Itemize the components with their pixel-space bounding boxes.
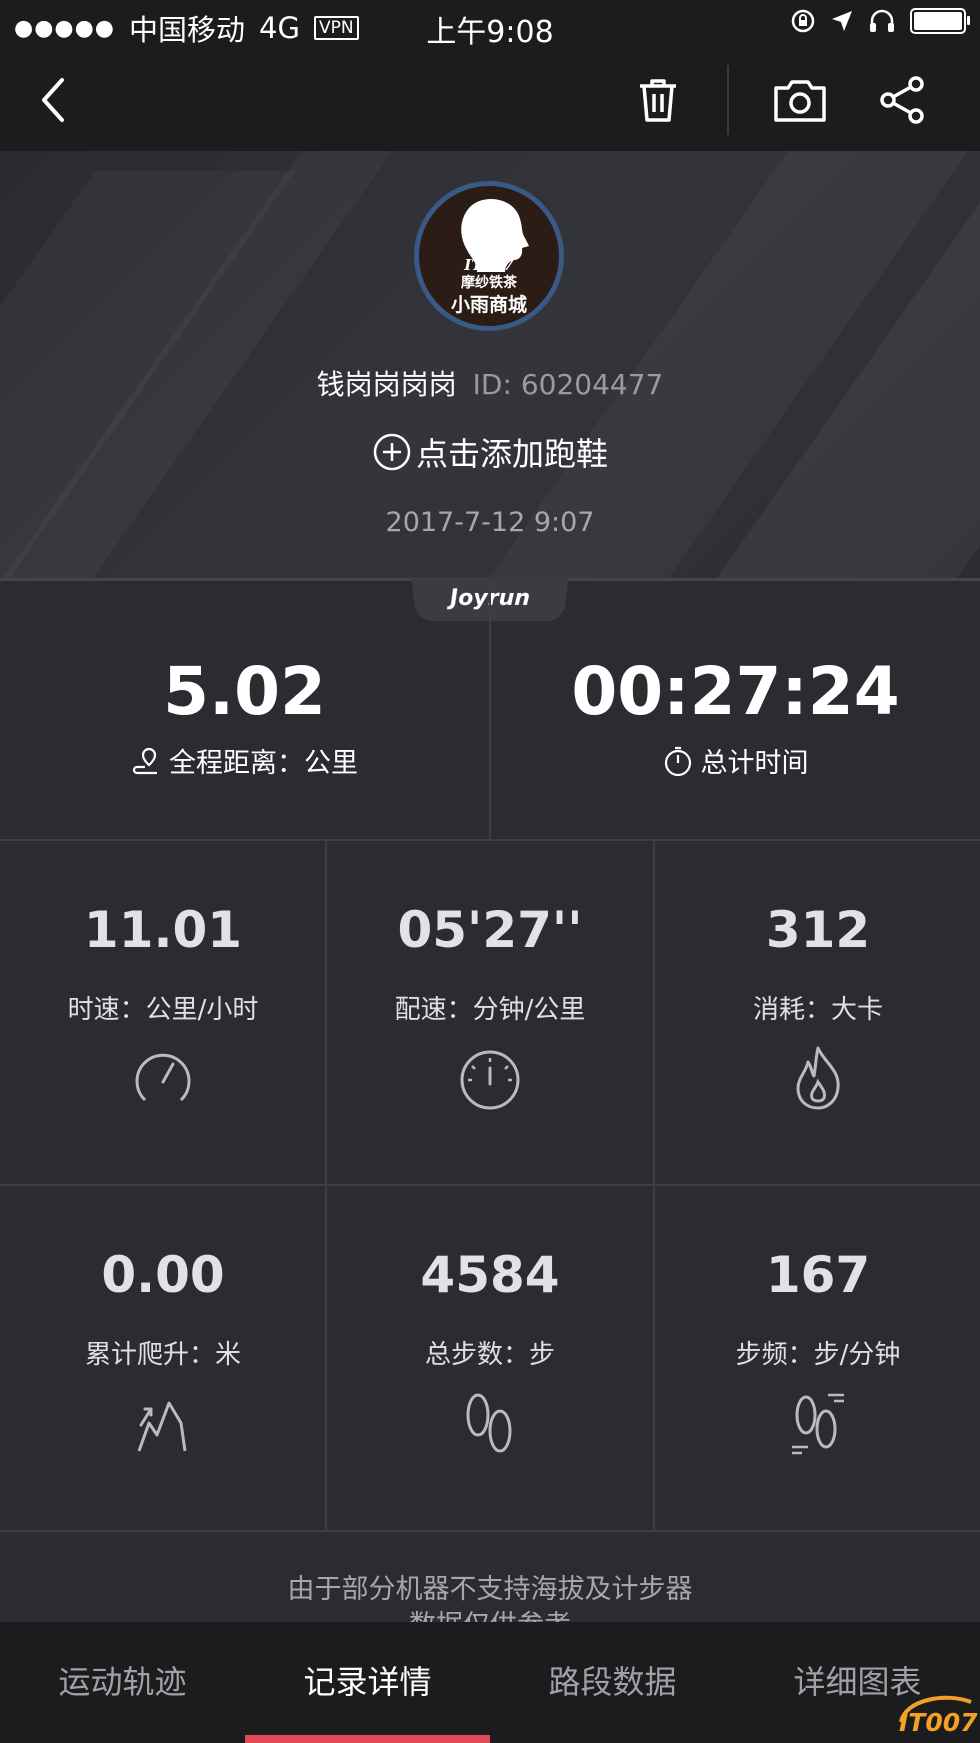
stat-cadence: 167 步频：步/分钟: [655, 1186, 980, 1531]
time-summary: 00:27:24 总计时间: [491, 585, 980, 839]
stat-value: 167: [765, 1246, 871, 1304]
stat-steps: 4584 总步数：步: [327, 1186, 653, 1531]
stat-elevation: 0.00 累计爬升：米: [0, 1186, 326, 1531]
add-shoe-button[interactable]: 点击添加跑鞋: [0, 429, 980, 475]
camera-button[interactable]: [772, 72, 828, 128]
status-bar: ●●●●● 中国移动 4G VPN 上午9:08: [0, 0, 980, 50]
stat-label: 时速：公里/小时: [67, 995, 259, 1025]
stat-value: 11.01: [83, 901, 243, 959]
battery-icon: [910, 8, 970, 34]
distance-label: 全程距离：公里: [169, 748, 358, 779]
stat-speed: 11.01 时速：公里/小时: [0, 841, 326, 1186]
data-disclaimer: 由于部分机器不支持海拔及计步器数据仅供参考: [287, 1574, 693, 1622]
record-date: 2017-7-12 9:07: [385, 507, 595, 538]
plus-circle-icon: [373, 433, 411, 471]
rotation-lock-icon: [791, 9, 815, 33]
stat-value: 0.00: [101, 1246, 225, 1304]
climb-icon: [137, 1401, 187, 1452]
username: 钱岗岗岗岗: [316, 368, 457, 401]
camera-icon: [774, 80, 826, 122]
distance-summary: 5.02 全程距离：公里: [0, 585, 489, 839]
headphones-icon: [870, 9, 894, 32]
stat-value: 05'27'': [397, 901, 583, 959]
stopwatch-icon: [664, 746, 691, 776]
stat-label: 总步数：步: [424, 1340, 555, 1370]
tab-record-details[interactable]: 记录详情: [245, 1622, 490, 1743]
stat-label: 累计爬升：米: [84, 1340, 241, 1370]
add-shoe-label: 点击添加跑鞋: [415, 435, 608, 473]
footprints-icon: [466, 1393, 512, 1453]
stat-label: 消耗：大卡: [752, 995, 883, 1025]
stat-pace: 05'27'' 配速：分钟/公里: [327, 841, 653, 1186]
delete-button[interactable]: [630, 72, 686, 128]
speedometer-icon: [135, 1053, 191, 1102]
back-button[interactable]: [26, 72, 82, 128]
share-button[interactable]: [876, 72, 932, 128]
time-value: 00:27:24: [571, 653, 900, 730]
pace-gauge-icon: [460, 1050, 520, 1110]
chevron-left-icon: [42, 78, 64, 122]
time-label: 总计时间: [700, 748, 809, 779]
avatar[interactable]: IT007 摩纱铁茶 小雨商城: [414, 181, 564, 331]
stat-value: 4584: [420, 1246, 560, 1304]
nav-bar: [0, 50, 980, 151]
watermark-logo: IT007: [895, 1692, 978, 1738]
share-icon: [880, 76, 924, 124]
user-info: 钱岗岗岗岗 ID: 60204477: [0, 363, 980, 403]
tab-split-data[interactable]: 路段数据: [490, 1622, 735, 1743]
stat-label: 步频：步/分钟: [735, 1340, 901, 1370]
flame-icon: [796, 1046, 840, 1110]
distance-value: 5.02: [163, 653, 326, 730]
cadence-icon: [792, 1393, 844, 1455]
profile-header: IT007 摩纱铁茶 小雨商城 钱岗岗岗岗 ID: 60204477 点击添加跑鞋…: [0, 151, 980, 581]
watermark-text: IT007: [899, 1708, 978, 1737]
user-id: ID: 60204477: [472, 368, 664, 401]
stat-label: 配速：分钟/公里: [394, 995, 586, 1025]
stat-value: 312: [765, 901, 871, 959]
active-tab-indicator: [245, 1735, 490, 1743]
trash-icon: [640, 79, 676, 122]
location-icon: [832, 11, 852, 31]
tab-track[interactable]: 运动轨迹: [0, 1622, 245, 1743]
bottom-tab-bar: 运动轨迹 记录详情 路段数据 详细图表: [0, 1622, 980, 1743]
stat-calories: 312 消耗：大卡: [655, 841, 980, 1186]
avatar-text-line3: 小雨商城: [450, 294, 527, 316]
route-pin-icon: [132, 747, 157, 774]
avatar-text-line2: 摩纱铁茶: [461, 275, 517, 291]
nav-divider: [727, 65, 729, 135]
